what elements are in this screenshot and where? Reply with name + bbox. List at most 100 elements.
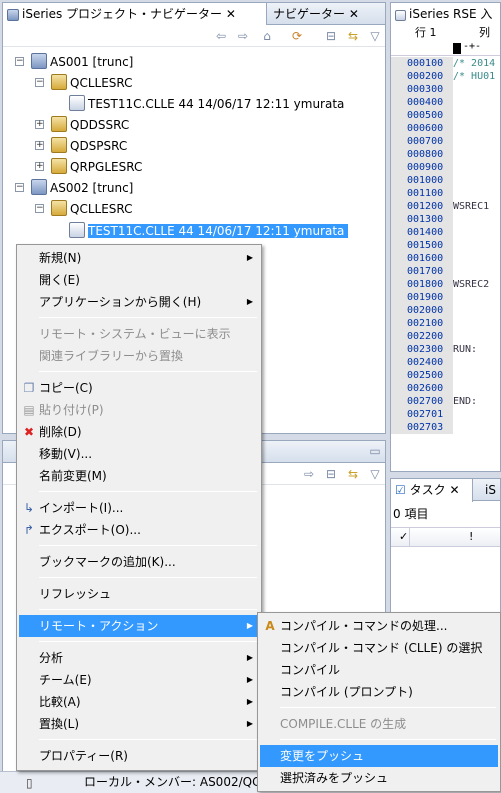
submenu-item-compile-prompt[interactable]: コンパイル (プロンプト)	[260, 681, 498, 703]
menu-item-open[interactable]: 開く(E)	[19, 269, 259, 291]
tab-tasks[interactable]: ☑ タスク ✕	[391, 479, 473, 502]
menu-item-team[interactable]: チーム(E) ▶	[19, 669, 259, 691]
submenu-arrow-icon: ▶	[246, 253, 253, 262]
submenu-item-compile[interactable]: コンパイル	[260, 659, 498, 681]
code-line[interactable]: END:	[453, 395, 477, 408]
code-line[interactable]: WSREC1	[453, 200, 489, 213]
menu-item-replace[interactable]: 置換(L) ▶	[19, 713, 259, 735]
collapse-all-icon[interactable]: ⊟	[323, 466, 339, 482]
menu-item-import[interactable]: ↳ インポート(I)...	[19, 497, 259, 519]
menu-item-add-bookmark[interactable]: ブックマークの追加(K)...	[19, 551, 259, 573]
link-with-editor-icon[interactable]: ⇆	[345, 466, 361, 482]
view-menu-icon[interactable]: ▽	[367, 466, 383, 482]
close-icon[interactable]: ✕	[226, 7, 236, 21]
close-icon[interactable]: ✕	[349, 7, 359, 21]
collapse-icon[interactable]: −	[35, 78, 44, 87]
tree-item-member[interactable]: TEST11C.CLLE 44 14/06/17 12:11 ymurata	[69, 94, 344, 114]
tree-item-label: QDDSSRC	[70, 118, 130, 132]
tree-item-label: TEST11C.CLLE 44 14/06/17 12:11 ymurata	[88, 97, 345, 111]
collapse-icon[interactable]: −	[35, 204, 44, 213]
code-line[interactable]: /* 2014	[453, 57, 495, 70]
menu-item-copy[interactable]: ❐ コピー(C)	[19, 377, 259, 399]
line-number: 002600	[391, 382, 453, 395]
line-number: 002500	[391, 369, 453, 382]
submenu-item-push-selected[interactable]: 選択済みをプッシュ	[260, 767, 498, 789]
expand-icon[interactable]: +	[35, 141, 44, 150]
item-count: 0 項目	[393, 507, 429, 521]
menu-item-delete[interactable]: ✖ 削除(D)	[19, 421, 259, 443]
line-number: 000700	[391, 135, 453, 148]
line-number: 000400	[391, 96, 453, 109]
line-number: 000600	[391, 122, 453, 135]
tab-label: iS	[485, 483, 496, 497]
tab-rse-editor[interactable]: iSeries RSE 入	[391, 3, 500, 26]
home-icon[interactable]: ⌂	[259, 28, 275, 44]
code-line[interactable]: /* HU01	[453, 70, 495, 83]
link-with-editor-icon[interactable]: ⇆	[345, 28, 361, 44]
menu-item-properties[interactable]: プロパティー(R)	[19, 745, 259, 767]
delete-icon: ✖	[23, 425, 35, 439]
navigator-tabbar: iSeries プロジェクト・ナビゲーター ✕ ナビゲーター ✕	[3, 3, 385, 26]
line-number: 002701	[391, 408, 453, 421]
status-text: ローカル・メンバー: AS002/QC	[84, 775, 261, 789]
editor-icon	[395, 10, 406, 21]
collapse-icon[interactable]: −	[15, 57, 24, 66]
menu-separator	[39, 317, 257, 318]
tab-other[interactable]: iS	[481, 479, 500, 501]
collapse-all-icon[interactable]: ⊟	[323, 28, 339, 44]
menu-item-show-in-rsv: リモート・システム・ビューに表示	[39, 327, 231, 341]
expand-icon[interactable]: +	[35, 162, 44, 171]
code-line[interactable]: WSREC2	[453, 278, 489, 291]
tasks-icon: ☑	[395, 483, 406, 497]
line-number: 001700	[391, 265, 453, 278]
line-number: 000100	[391, 57, 453, 70]
line-number: 000500	[391, 109, 453, 122]
tree-item-label: QCLLESRC	[70, 202, 133, 216]
menu-separator	[39, 739, 257, 740]
import-icon: ↳	[23, 501, 35, 515]
collapse-icon[interactable]: −	[15, 183, 24, 192]
line-number: 000200	[391, 70, 453, 83]
menu-item-rename[interactable]: 名前変更(M)	[19, 465, 259, 487]
view-menu-icon[interactable]: ▽	[367, 28, 383, 44]
tasks-table-header: ✓ !	[391, 527, 500, 547]
submenu-item-work-with-compile-commands[interactable]: A コンパイル・コマンドの処理...	[260, 615, 498, 637]
submenu-item-select-compile-command[interactable]: コンパイル・コマンド (CLLE) の選択	[260, 637, 498, 659]
forward-icon[interactable]: ⇨	[301, 466, 317, 482]
menu-item-paste: ▤ 貼り付け(P)	[19, 399, 259, 421]
column-completed[interactable]: ✓	[399, 528, 408, 546]
line-number: 002400	[391, 356, 453, 369]
forward-icon[interactable]: ⇨	[235, 28, 251, 44]
menu-separator	[39, 577, 257, 578]
menu-item-compare[interactable]: 比較(A) ▶	[19, 691, 259, 713]
editor-ruler-header: 行 1 列	[391, 25, 500, 41]
refresh-icon[interactable]: ⟳	[289, 28, 305, 44]
expand-icon[interactable]: +	[35, 120, 44, 129]
menu-separator	[39, 641, 257, 642]
maximize-icon[interactable]: ▭	[367, 443, 383, 459]
menu-item-move[interactable]: 移動(V)...	[19, 443, 259, 465]
close-icon[interactable]: ✕	[449, 483, 459, 497]
paste-icon: ▤	[23, 403, 35, 417]
tree-item-label: AS002 [trunc]	[50, 181, 134, 195]
line-number: 001400	[391, 226, 453, 239]
menu-item-new[interactable]: 新規(N) ▶	[19, 247, 259, 269]
menu-item-export[interactable]: ↱ エクスポート(O)...	[19, 519, 259, 541]
column-priority[interactable]: !	[469, 528, 473, 546]
remote-actions-submenu: A コンパイル・コマンドの処理... コンパイル・コマンド (CLLE) の選択 …	[257, 612, 501, 792]
back-icon[interactable]: ⇦	[213, 28, 229, 44]
tab-navigator[interactable]: ナビゲーター ✕	[269, 3, 363, 25]
menu-item-open-with[interactable]: アプリケーションから開く(H) ▶	[19, 291, 259, 313]
line-number: 001500	[391, 239, 453, 252]
menu-item-analyze[interactable]: 分析 ▶	[19, 647, 259, 669]
menu-item-remote-actions[interactable]: リモート・アクション ▶	[19, 615, 259, 637]
tree-item-member-selected[interactable]: TEST11C.CLLE 44 14/06/17 12:11 ymurata	[69, 221, 349, 241]
line-number: 001200	[391, 200, 453, 213]
code-line[interactable]: RUN:	[453, 343, 477, 356]
menu-item-refresh[interactable]: リフレッシュ	[19, 583, 259, 605]
submenu-item-push-changes[interactable]: 変更をプッシュ	[260, 745, 498, 767]
source-file-icon	[51, 116, 67, 132]
menu-separator	[39, 491, 257, 492]
tab-iseries-project-navigator[interactable]: iSeries プロジェクト・ナビゲーター ✕	[3, 3, 267, 26]
copy-icon: ❐	[23, 381, 35, 395]
